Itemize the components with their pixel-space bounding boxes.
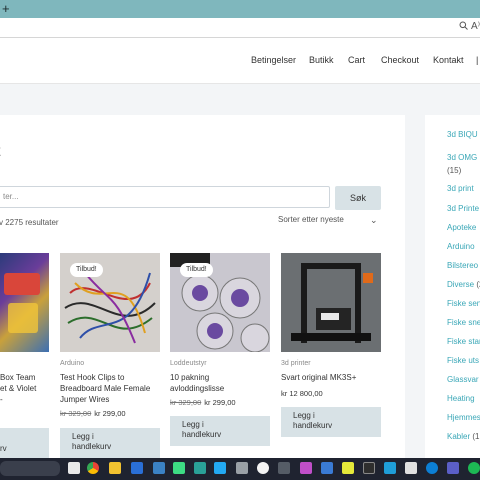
add-to-cart-button[interactable]: Legg i handlekurv: [281, 407, 381, 437]
app8-icon[interactable]: [447, 462, 459, 474]
task-view-icon[interactable]: [68, 462, 80, 474]
sidebar-item[interactable]: Kabler (1: [447, 432, 479, 441]
product-category[interactable]: 3d printer: [281, 360, 311, 367]
app-icon[interactable]: [153, 462, 165, 474]
zoom-icon[interactable]: [459, 21, 468, 33]
price: kr 12 800,00: [281, 389, 323, 398]
sidebar-item[interactable]: Fiske sen: [447, 299, 480, 308]
camera-icon[interactable]: [194, 462, 206, 474]
sidebar-item[interactable]: Fiske stan: [447, 337, 480, 346]
add-to-cart-button[interactable]: Legg i handlekurv: [60, 428, 160, 458]
product-category[interactable]: Arduino: [60, 360, 84, 367]
app5-icon[interactable]: [321, 462, 333, 474]
sale-price: kr 299,00: [204, 398, 236, 407]
app2-icon[interactable]: [236, 462, 248, 474]
sidebar-item[interactable]: Diverse (2: [447, 280, 480, 289]
nav-kontakt[interactable]: Kontakt: [433, 55, 464, 65]
sidebar-item-count: (15): [447, 166, 462, 175]
edge-icon[interactable]: [426, 462, 438, 474]
product-image[interactable]: Tilbud!: [60, 253, 160, 352]
sidebar-item[interactable]: Heating: [447, 394, 475, 403]
product-category[interactable]: Loddeutstyr: [170, 360, 207, 367]
add-to-cart-button[interactable]: Legg i handlekurv: [170, 416, 270, 446]
old-price: kr 329,00: [60, 409, 92, 418]
taskbar-search[interactable]: [0, 461, 60, 476]
app6-icon[interactable]: [384, 462, 396, 474]
sidebar-item[interactable]: Bilstereo: [447, 261, 478, 270]
sidebar-item[interactable]: 3d Printe: [447, 204, 479, 213]
explorer-icon[interactable]: [109, 462, 121, 474]
sale-badge: Tilbud!: [180, 263, 213, 277]
product-title[interactable]: Box Team et & Violet -: [0, 372, 55, 405]
search-input[interactable]: ter...: [0, 186, 330, 208]
browser-addressbar: A⁾: [0, 18, 480, 38]
nav-more[interactable]: |: [476, 55, 480, 65]
nav-cart[interactable]: Cart: [348, 55, 365, 65]
product-title[interactable]: Svart original MK3S+: [281, 372, 391, 383]
vscode-icon[interactable]: [214, 462, 226, 474]
nav-betingelser[interactable]: Betingelser: [251, 55, 296, 65]
sort-selected: Sorter etter nyeste: [278, 215, 344, 224]
result-count: v 2275 resultater: [0, 218, 59, 227]
product-title[interactable]: Test Hook Clips to Breadboard Male Femal…: [60, 372, 170, 405]
sidebar-item[interactable]: Hjemmes: [447, 413, 480, 422]
sidebar-item[interactable]: Arduino: [447, 242, 475, 251]
mail-icon[interactable]: [131, 462, 143, 474]
product-price: kr 329,00 kr 299,00: [170, 398, 236, 407]
add-to-cart-button[interactable]: rv: [0, 428, 49, 458]
terminal-icon[interactable]: [363, 462, 375, 474]
chrome-icon[interactable]: [87, 462, 99, 474]
nav-checkout[interactable]: Checkout: [381, 55, 419, 65]
sale-price: kr 299,00: [94, 409, 126, 418]
reader-icon[interactable]: A⁾: [471, 21, 480, 32]
new-tab-button[interactable]: +: [2, 1, 10, 17]
app3-icon[interactable]: [278, 462, 290, 474]
old-price: kr 329,00: [170, 398, 202, 407]
spotify-icon[interactable]: [468, 462, 480, 474]
sidebar-item[interactable]: Fiske sne: [447, 318, 480, 327]
notes-icon[interactable]: [342, 462, 354, 474]
product-image[interactable]: Tilbud!: [170, 253, 270, 352]
app7-icon[interactable]: [405, 462, 417, 474]
sidebar-item[interactable]: Fiske uts: [447, 356, 479, 365]
product-price: kr 329,00 kr 299,00: [60, 409, 126, 418]
github-icon[interactable]: [257, 462, 269, 474]
sidebar-item[interactable]: 3d print: [447, 184, 474, 193]
product-price: kr 12 800,00: [281, 389, 323, 398]
search-button[interactable]: Søk: [335, 186, 381, 210]
android-studio-icon[interactable]: [173, 462, 185, 474]
sale-badge: Tilbud!: [70, 263, 103, 277]
sidebar-item[interactable]: 3d OMG: [447, 153, 477, 162]
sidebar-item[interactable]: Glassvar: [447, 375, 479, 384]
sort-select[interactable]: Sorter etter nyeste ⌄: [278, 215, 382, 229]
chevron-down-icon: ⌄: [370, 215, 378, 225]
app4-icon[interactable]: [300, 462, 312, 474]
browser-tabstrip: +: [0, 0, 480, 18]
product-image[interactable]: [281, 253, 381, 352]
product-title[interactable]: 10 pakning avloddingslisse: [170, 372, 280, 394]
sidebar-item[interactable]: 3d BIQU: [447, 130, 478, 139]
sidebar-item[interactable]: Apoteke: [447, 223, 476, 232]
product-image[interactable]: [0, 253, 49, 352]
search-placeholder: ter...: [3, 192, 19, 201]
nav-butikk[interactable]: Butikk: [309, 55, 334, 65]
